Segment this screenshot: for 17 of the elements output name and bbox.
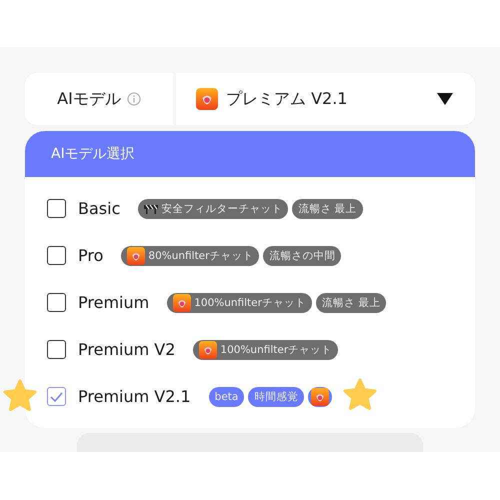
- panel-title: AIモデル選択: [51, 145, 135, 163]
- feature-tag: 時間感覚: [248, 386, 304, 406]
- feature-tag: 80%unfilterチャット: [121, 246, 260, 266]
- feature-tag: 100%unfilterチャット: [167, 292, 312, 312]
- feature-tag: 流暢さ 最上: [316, 292, 386, 312]
- feature-tag: 安全フィルターチャット: [138, 198, 288, 218]
- feature-tag: beta: [208, 386, 244, 406]
- model-dropdown[interactable]: プレミアム V2.1: [176, 73, 475, 125]
- option-name[interactable]: Basic: [78, 199, 120, 218]
- feature-tag: 流暢さ 最上: [292, 198, 363, 218]
- option-name[interactable]: Pro: [78, 246, 104, 265]
- field-label: AIモデル: [57, 88, 121, 110]
- option-name[interactable]: Premium: [78, 293, 150, 312]
- option-name[interactable]: Premium V2.1: [78, 387, 191, 406]
- feature-tag: 100%unfilterチャット: [193, 340, 338, 360]
- feature-tag: 流暢さの中間: [263, 246, 342, 266]
- option-name[interactable]: Premium V2: [78, 340, 176, 359]
